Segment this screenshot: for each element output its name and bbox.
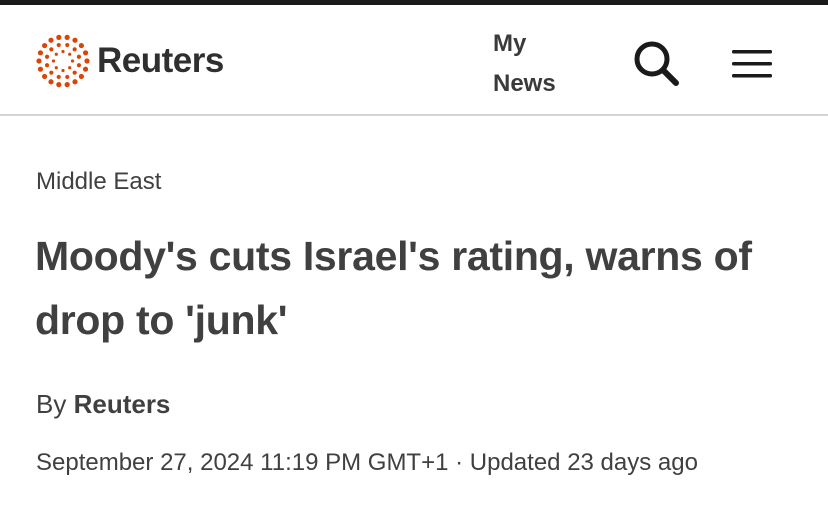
logo-dot [76, 63, 82, 68]
logo-dot [44, 63, 50, 68]
logo-dot [44, 54, 50, 59]
logo-dot [76, 54, 82, 59]
byline: By Reuters [36, 389, 170, 420]
logo-dot [72, 79, 78, 85]
logo-dot [56, 34, 62, 40]
logo-dot [78, 73, 84, 80]
logo-dot [42, 73, 48, 80]
logo-dot [72, 47, 77, 52]
logo-dot [68, 52, 72, 56]
search-button[interactable] [632, 39, 680, 87]
logo-dot [84, 58, 90, 64]
logo-dot [48, 79, 54, 85]
logo-dot [49, 47, 54, 52]
logo-dot [56, 82, 62, 88]
logo-dot [42, 42, 48, 49]
logo-dot [68, 66, 72, 70]
logo-dot [36, 58, 42, 64]
logo-dot [82, 50, 89, 56]
search-icon [634, 41, 679, 86]
logo-dot [54, 66, 58, 70]
logo-dot [51, 59, 56, 63]
section-link[interactable]: Middle East [36, 168, 161, 196]
byline-author-link[interactable]: Reuters [74, 389, 171, 419]
logo-dot [70, 59, 75, 63]
my-news-link[interactable]: My News [493, 24, 565, 104]
logo-dot [56, 74, 61, 80]
reuters-logo-icon [36, 34, 90, 88]
logo-dot [72, 37, 78, 43]
logo-dot [72, 70, 77, 75]
menu-button[interactable] [732, 46, 772, 82]
logo-dot [65, 42, 70, 48]
logo-dot [65, 74, 70, 80]
logo-dot [37, 50, 44, 56]
article-headline: Moody's cuts Israel's rating, warns of d… [35, 233, 752, 343]
logo-dot [82, 66, 89, 72]
reuters-logo-link[interactable]: Reuters [35, 33, 224, 89]
logo-dot [64, 34, 70, 40]
logo-dot [78, 42, 84, 49]
logo-dot [61, 49, 65, 54]
byline-prefix: By [36, 389, 67, 419]
logo-dot [56, 42, 61, 48]
logo-text: Reuters [97, 41, 224, 80]
logo-dot [54, 52, 58, 56]
logo-dot [37, 66, 44, 72]
my-news-label-line2: News [493, 70, 556, 97]
logo-dot [64, 82, 70, 88]
logo-dot [48, 37, 54, 43]
site-header: Reuters My News [0, 5, 828, 116]
my-news-label-line1: My [493, 30, 527, 57]
hamburger-menu-icon [732, 50, 772, 78]
dateline: September 27, 2024 11:19 PM GMT+1 · Upda… [36, 449, 698, 476]
logo-dot [49, 70, 54, 75]
logo-dot [61, 68, 65, 73]
